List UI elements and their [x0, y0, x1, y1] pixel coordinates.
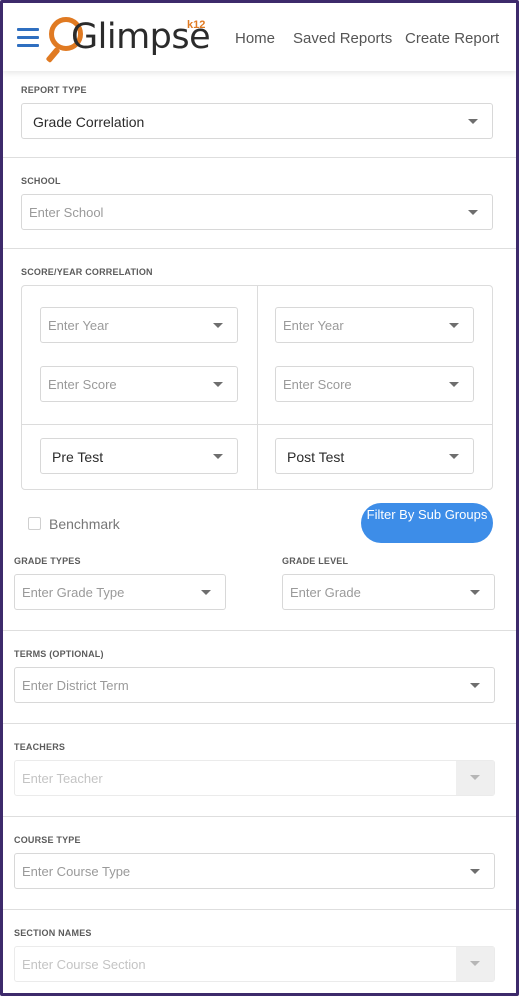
course-type-select[interactable]: Enter Course Type — [14, 853, 495, 889]
chevron-down-icon — [468, 119, 478, 124]
school-label: SCHOOL — [21, 176, 61, 186]
terms-select[interactable]: Enter District Term — [14, 667, 495, 703]
chevron-down-icon — [449, 323, 459, 328]
chevron-down-icon — [470, 590, 480, 595]
teachers-label: TEACHERS — [14, 742, 66, 752]
chevron-down-icon — [213, 454, 223, 459]
logo-suffix: k12 — [187, 19, 206, 31]
pre-test-select[interactable]: Pre Test — [40, 438, 238, 474]
course-type-label: COURSE TYPE — [14, 835, 81, 845]
chevron-down-icon — [213, 382, 223, 387]
grade-types-label: GRADE TYPES — [14, 556, 81, 566]
terms-label: TERMS (OPTIONAL) — [14, 649, 104, 659]
top-header: Glimpse k12 Home Saved Reports Create Re… — [3, 3, 516, 71]
divider — [3, 630, 516, 631]
score-year-label: SCORE/YEAR CORRELATION — [21, 267, 153, 277]
report-type-label: REPORT TYPE — [21, 85, 87, 95]
nav-home[interactable]: Home — [235, 30, 275, 47]
divider — [3, 157, 516, 158]
right-score-select[interactable]: Enter Score — [275, 366, 474, 402]
nav-create-report[interactable]: Create Report — [405, 30, 499, 47]
nav-saved-reports[interactable]: Saved Reports — [293, 30, 392, 47]
benchmark-checkbox[interactable] — [28, 517, 41, 530]
divider — [3, 723, 516, 724]
benchmark-label[interactable]: Benchmark — [49, 516, 120, 532]
divider — [3, 816, 516, 817]
school-placeholder: Enter School — [29, 205, 104, 220]
app-frame: Glimpse k12 Home Saved Reports Create Re… — [0, 0, 519, 996]
grade-level-select[interactable]: Enter Grade — [282, 574, 495, 610]
divider — [3, 909, 516, 910]
chevron-down-icon — [470, 775, 480, 780]
chevron-down-icon — [468, 210, 478, 215]
glimpse-logo[interactable]: Glimpse k12 — [45, 11, 211, 67]
filter-by-sub-groups-button[interactable]: Filter By Sub Groups — [361, 503, 493, 543]
chevron-down-icon — [213, 323, 223, 328]
chevron-down-icon — [201, 590, 211, 595]
menu-icon[interactable] — [17, 28, 39, 48]
chevron-down-icon — [470, 683, 480, 688]
chevron-down-icon — [470, 961, 480, 966]
teacher-select[interactable]: Enter Teacher — [14, 760, 495, 796]
chevron-down-icon — [470, 869, 480, 874]
divider — [3, 248, 516, 249]
school-select[interactable]: Enter School — [21, 194, 493, 230]
right-year-select[interactable]: Enter Year — [275, 307, 474, 343]
left-year-select[interactable]: Enter Year — [40, 307, 238, 343]
chevron-down-icon — [449, 382, 459, 387]
report-type-select[interactable]: Grade Correlation — [21, 103, 493, 139]
section-select[interactable]: Enter Course Section — [14, 946, 495, 982]
section-names-label: SECTION NAMES — [14, 928, 92, 938]
post-test-select[interactable]: Post Test — [275, 438, 474, 474]
chevron-down-icon — [449, 454, 459, 459]
grade-level-label: GRADE LEVEL — [282, 556, 349, 566]
left-score-select[interactable]: Enter Score — [40, 366, 238, 402]
report-type-value: Grade Correlation — [33, 114, 145, 130]
grade-type-select[interactable]: Enter Grade Type — [14, 574, 226, 610]
